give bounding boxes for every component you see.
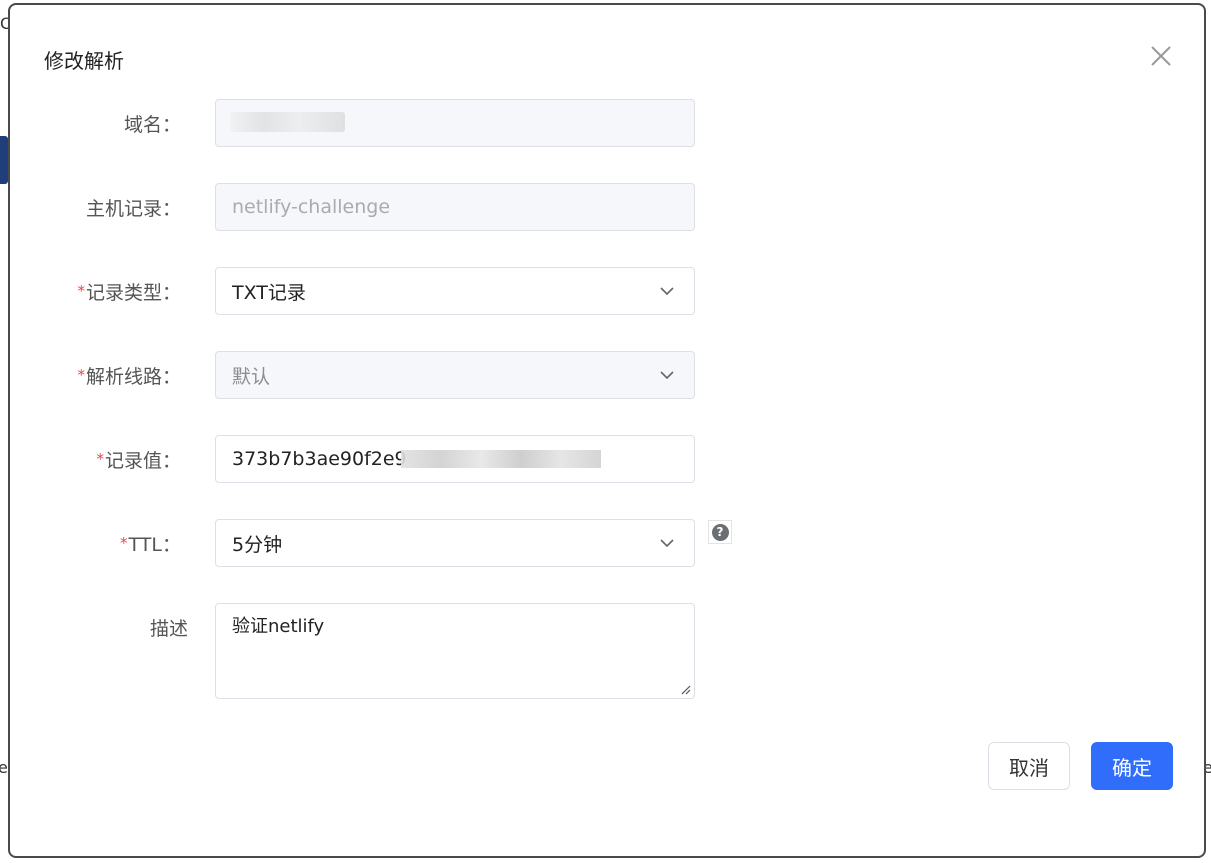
cancel-button[interactable]: 取消: [988, 742, 1070, 790]
redacted-domain: [230, 112, 345, 132]
host-record-label: 主机记录：: [85, 198, 181, 220]
record-value-input[interactable]: 373b7b3ae90f2e9: [215, 435, 695, 483]
background-text-left: e: [0, 758, 8, 777]
ttl-help-button[interactable]: ?: [708, 520, 732, 544]
description-label: 描述: [149, 618, 188, 640]
close-icon: [1151, 46, 1171, 66]
resolution-line-label: *解析线路：: [77, 366, 181, 388]
chevron-down-icon: [660, 371, 674, 380]
ttl-label: *TTL：: [120, 534, 181, 556]
resolution-line-select[interactable]: 默认: [215, 351, 695, 399]
resize-handle-icon[interactable]: [679, 683, 691, 695]
chevron-down-icon: [660, 539, 674, 548]
record-type-select[interactable]: TXT记录: [215, 267, 695, 315]
domain-input[interactable]: [215, 99, 695, 147]
redacted-value: [400, 450, 601, 468]
host-record-input[interactable]: netlify-challenge: [215, 183, 695, 231]
background-nav-item: [0, 136, 8, 184]
chevron-down-icon: [660, 287, 674, 296]
record-value-label: *记录值：: [96, 450, 181, 472]
dialog-title: 修改解析: [44, 49, 124, 73]
record-type-label: *记录类型：: [77, 282, 181, 304]
confirm-button[interactable]: 确定: [1091, 742, 1173, 790]
edit-record-dialog: 修改解析 域名： 主机记录： netlify-challenge *记录类型： …: [8, 3, 1206, 858]
record-value-text: 373b7b3ae90f2e9: [232, 448, 407, 470]
question-icon: ?: [711, 523, 729, 541]
close-button[interactable]: [1148, 43, 1174, 69]
ttl-select[interactable]: 5分钟: [215, 519, 695, 567]
description-textarea[interactable]: 验证netlify: [215, 603, 695, 699]
domain-label: 域名：: [123, 114, 181, 136]
